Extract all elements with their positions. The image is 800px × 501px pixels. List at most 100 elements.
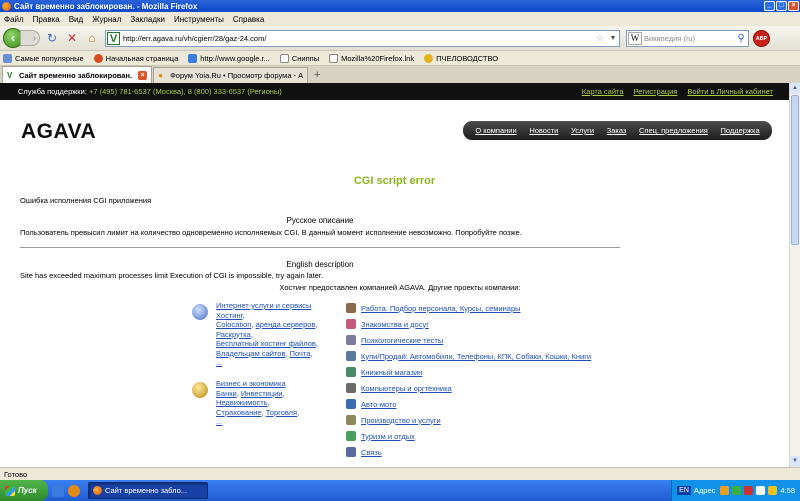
page-icon [424,53,434,63]
taskbar-firefox-window[interactable]: Сайт временно забло... [88,482,208,499]
link-more-internet[interactable]: ... [216,358,222,367]
tab-forum[interactable]: ● Форум Yoia.Ru • Просмотр форума - А [153,67,309,83]
status-bar: Готово [0,467,800,480]
menu-file[interactable]: Файл [4,15,24,24]
new-tab-button[interactable]: + [309,68,325,83]
scroll-down-icon[interactable]: ▼ [790,456,800,467]
business-icon [192,382,208,398]
project-telecom[interactable]: Связь [346,447,382,457]
navigation-toolbar: ‹ › ↻ ✕ ⌂ V http://err.agava.ru/vh/cgier… [0,26,800,51]
nav-support[interactable]: Поддержка [720,126,759,135]
jobs-icon [346,303,356,313]
tab-blocked-site[interactable]: V Сайт временно заблокирован. × [2,66,153,83]
project-jobs[interactable]: Работа. Подбор персонала, Курсы, семинар… [346,303,521,313]
tray-volume-icon[interactable] [756,486,766,495]
link-insurance[interactable]: Страхование [216,408,262,417]
support-label: Служба поддержки: [18,87,87,96]
vertical-scrollbar[interactable]: ▲ ▼ [789,83,800,467]
tray-security-icon[interactable] [768,486,778,495]
tray-app-icon[interactable] [720,486,730,495]
start-button[interactable]: Пуск [0,480,48,501]
home-icon[interactable]: ⌂ [84,30,100,46]
project-dating[interactable]: Знакомства и досуг [346,319,429,329]
quicklaunch-firefox-icon[interactable] [68,484,80,497]
link-free-file-hosting[interactable]: Бесплатный хостинг файлов [216,339,316,348]
scroll-up-icon[interactable]: ▲ [790,83,800,94]
menu-history[interactable]: Журнал [92,15,121,24]
close-tab-icon[interactable]: × [138,70,148,80]
page-icon [93,53,103,63]
login-link[interactable]: Войти в Личный кабинет [687,87,773,96]
site-favicon: V [107,31,120,45]
menu-bookmarks[interactable]: Закладки [130,15,165,24]
menu-bar: Файл Правка Вид Журнал Закладки Инструме… [0,12,800,26]
quicklaunch-ie-icon[interactable] [52,484,64,497]
language-indicator[interactable]: EN [677,486,691,495]
reload-icon[interactable]: ↻ [44,30,60,46]
link-more-business[interactable]: ... [216,417,222,426]
url-dropdown-icon[interactable]: ▼ [607,35,619,42]
forward-button[interactable]: › [20,30,40,46]
bookmark-star-icon[interactable]: ☆ [593,33,607,44]
bookmark-beekeeping[interactable]: ПЧЕЛОВОДСТВО [424,53,498,63]
page-content: Служба поддержки: +7 (495) 781-6537 (Мос… [0,83,789,467]
link-hosting[interactable]: Хостинг [216,311,242,320]
search-placeholder[interactable]: Википедия (ru) [644,34,734,43]
url-text[interactable]: http://err.agava.ru/vh/cgierr/28/gaz-24.… [123,34,593,43]
link-real-estate[interactable]: Недвижимость [216,398,268,407]
adblock-icon[interactable]: ABP [753,29,770,47]
link-banks[interactable]: Банки [216,389,237,398]
wikipedia-icon[interactable]: W [628,31,642,45]
en-description: Site has exceeded maximum processes limi… [20,271,324,280]
bookmark-google[interactable]: http://www.google.r... [188,53,270,63]
bookmark-most-visited[interactable]: Самые популярные [3,53,84,63]
nav-about[interactable]: О компании [475,126,516,135]
bookmark-start-page[interactable]: Начальная страница [93,53,178,63]
project-computers[interactable]: Компьютеры и оргтехника [346,383,452,393]
category-internet: Интернет-услуги и сервисы Хостинг, Coloc… [192,301,331,368]
link-trade[interactable]: Торговля [266,408,297,417]
en-heading: English description [286,260,354,269]
stop-icon[interactable]: ✕ [64,30,80,46]
menu-help[interactable]: Справка [233,15,264,24]
close-window-button[interactable]: × [788,1,799,11]
link-internet-services[interactable]: Интернет-услуги и сервисы [216,301,311,310]
project-buy-sell[interactable]: Купи/Продай: Автомобили, Телефоны, КПК, … [346,351,591,361]
nav-order[interactable]: Заказ [607,126,627,135]
project-tests[interactable]: Психологические тесты [346,335,443,345]
project-tourism[interactable]: Туризм и отдых [346,431,415,441]
sitemap-link[interactable]: Карта сайта [582,87,624,96]
link-mail[interactable]: Почта [290,349,311,358]
project-bookstore[interactable]: Книжный магазин [346,367,422,377]
menu-tools[interactable]: Инструменты [174,15,224,24]
bookmark-firefox-lnk[interactable]: Mozilla%20Firefox.lnk [329,53,414,63]
car-icon [346,399,356,409]
scroll-thumb[interactable] [791,95,799,245]
tray-network-icon[interactable] [732,486,742,495]
link-colocation[interactable]: Colocation [216,320,251,329]
tray-antivirus-icon[interactable] [744,486,754,495]
phone-icon [346,447,356,457]
link-promotion[interactable]: Раскрутка [216,330,251,339]
address-bar[interactable]: V http://err.agava.ru/vh/cgierr/28/gaz-2… [105,29,620,47]
project-auto[interactable]: Авто-мото [346,399,397,409]
nav-news[interactable]: Новости [529,126,558,135]
register-link[interactable]: Регистрация [634,87,678,96]
search-box[interactable]: W Википедия (ru) ⚲ [626,29,749,47]
nav-special-offers[interactable]: Спец. предложения [639,126,708,135]
hosting-line: Хостинг предоставлен компанией AGAVA. Др… [279,283,521,292]
project-manufacturing[interactable]: Производство и услуги [346,415,441,425]
tab-favicon: V [7,70,13,80]
menu-view[interactable]: Вид [69,15,83,24]
search-icon[interactable]: ⚲ [734,33,748,44]
bookmark-snippets[interactable]: Сниппы [279,53,319,63]
agava-logo[interactable]: AGAVA [21,120,96,144]
link-server-rental[interactable]: аренда серверов [256,320,316,329]
minimize-button[interactable]: _ [764,1,775,11]
link-business[interactable]: Бизнес и экономика [216,379,286,388]
menu-edit[interactable]: Правка [33,15,60,24]
link-investments[interactable]: Инвестиции [241,389,283,398]
maximize-button[interactable]: □ [776,1,787,11]
nav-services[interactable]: Услуги [571,126,594,135]
link-site-owners[interactable]: Владельцам сайтов [216,349,285,358]
